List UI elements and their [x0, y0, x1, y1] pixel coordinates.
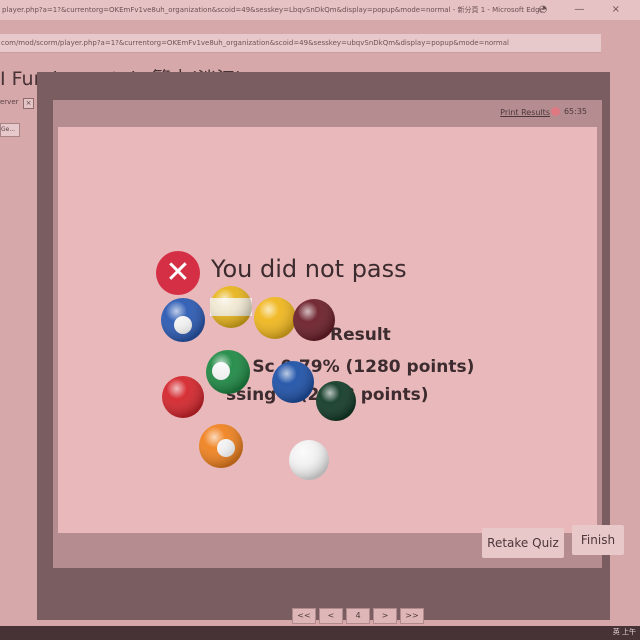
last-page-button[interactable]: >> — [400, 608, 424, 624]
score-line: ur Sc 0.79% (1280 points) — [226, 357, 475, 377]
prev-page-button[interactable]: < — [319, 608, 343, 624]
timer-icon — [550, 107, 560, 116]
result-label: Result — [330, 325, 391, 345]
window-title: player.php?a=1?&currentorg=OKEmFv1ve8uh_… — [2, 6, 544, 14]
address-bar[interactable]: com/mod/scorm/player.php?a=1?&currentorg… — [0, 34, 601, 53]
current-page[interactable]: 4 — [346, 608, 370, 624]
timer-value: 65:35 — [563, 107, 587, 116]
taskbar: 英 上午 — [0, 626, 640, 640]
browser-titlebar: player.php?a=1?&currentorg=OKEmFv1ve8uh_… — [0, 0, 640, 20]
fail-icon: ✕ — [156, 251, 200, 295]
passing-score-line: ssing e (2268 points) — [226, 385, 429, 405]
system-tray: 英 上午 — [612, 628, 636, 636]
player-header: Print Results 65:35 — [402, 100, 602, 124]
left-sidebar: erver × Ge... — [0, 98, 34, 137]
go-button[interactable]: Ge... — [0, 123, 20, 137]
print-results-link[interactable]: Print Results — [500, 108, 550, 117]
photo-of-monitor: player.php?a=1?&currentorg=OKEmFv1ve8uh_… — [0, 0, 640, 640]
next-page-button[interactable]: > — [373, 608, 397, 624]
retake-quiz-button[interactable]: Retake Quiz — [482, 528, 564, 558]
finish-button[interactable]: Finish — [572, 525, 624, 555]
timer: 65:35 — [550, 107, 587, 116]
side-label: erver — [0, 98, 19, 106]
window-controls[interactable]: ◔ — × — [539, 0, 632, 20]
fail-heading: You did not pass — [211, 255, 407, 283]
page-navigation: << < 4 > >> — [292, 608, 424, 624]
result-card — [58, 127, 597, 533]
first-page-button[interactable]: << — [292, 608, 316, 624]
collapse-button[interactable]: × — [23, 98, 34, 109]
